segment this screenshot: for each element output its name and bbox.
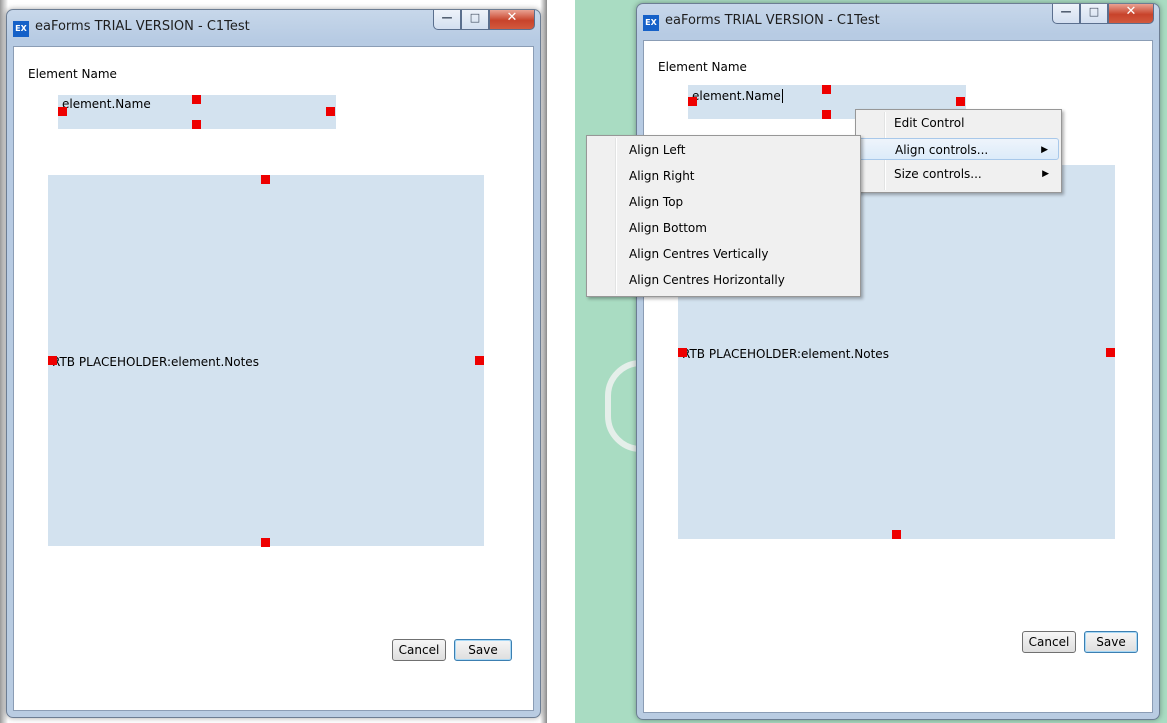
maximize-button[interactable]: □ [1080, 4, 1108, 24]
menu-item-size-controls[interactable]: Size controls... ▶ [858, 163, 1059, 185]
menu-item-label: Align Left [629, 143, 686, 157]
element-name-label: Element Name [658, 60, 747, 74]
menu-item-align-centres-horizontally[interactable]: Align Centres Horizontally [589, 269, 858, 291]
cancel-button[interactable]: Cancel [1022, 631, 1076, 653]
menu-item-label: Align Centres Horizontally [629, 273, 785, 287]
menu-item-label: Align controls... [895, 143, 989, 157]
caption-buttons: — □ ✕ [433, 10, 535, 30]
minimize-button[interactable]: — [433, 10, 461, 30]
title-bar[interactable]: EX eaForms TRIAL VERSION - C1Test — □ ✕ [637, 4, 1159, 40]
resize-handle-left[interactable] [678, 348, 687, 357]
menu-item-label: Align Bottom [629, 221, 707, 235]
notes-field-text: RTB PLACEHOLDER:element.Notes [52, 355, 259, 369]
menu-item-align-right[interactable]: Align Right [589, 165, 858, 187]
maximize-icon: □ [1088, 5, 1100, 18]
menu-item-align-centres-vertically[interactable]: Align Centres Vertically [589, 243, 858, 265]
name-field-text: element.Name [62, 97, 151, 111]
window-title: eaForms TRIAL VERSION - C1Test [665, 13, 880, 28]
menu-item-label: Size controls... [894, 167, 982, 181]
menu-item-edit-control[interactable]: Edit Control [858, 112, 1059, 134]
maximize-icon: □ [469, 11, 481, 24]
minimize-icon: — [1060, 5, 1072, 18]
title-bar[interactable]: EX eaForms TRIAL VERSION - C1Test — □ ✕ [7, 10, 540, 46]
name-field-text: element.Name [692, 89, 783, 103]
minimize-icon: — [441, 11, 453, 24]
resize-handle-bottom[interactable] [892, 530, 901, 539]
maximize-button[interactable]: □ [461, 10, 489, 30]
resize-handle-bottom[interactable] [822, 110, 831, 119]
save-button[interactable]: Save [454, 639, 512, 661]
submenu-arrow-icon: ▶ [1042, 169, 1049, 179]
resize-handle-right[interactable] [326, 107, 335, 116]
notes-field-text: RTB PLACEHOLDER:element.Notes [682, 347, 889, 361]
close-button[interactable]: ✕ [489, 10, 535, 30]
app-icon: EX [13, 21, 29, 37]
menu-item-align-top[interactable]: Align Top [589, 191, 858, 213]
form-designer-window: EX eaForms TRIAL VERSION - C1Test — □ ✕ … [6, 9, 541, 718]
menu-item-label: Edit Control [894, 116, 965, 130]
align-submenu: Align Left Align Right Align Top Align B… [586, 135, 861, 297]
resize-handle-top[interactable] [261, 175, 270, 184]
window-title: eaForms TRIAL VERSION - C1Test [35, 19, 250, 34]
resize-handle-right[interactable] [475, 356, 484, 365]
resize-handle-top[interactable] [822, 85, 831, 94]
save-button[interactable]: Save [1084, 631, 1138, 653]
menu-item-label: Align Top [629, 195, 684, 209]
submenu-arrow-icon: ▶ [1041, 145, 1048, 155]
close-button[interactable]: ✕ [1108, 4, 1154, 24]
resize-handle-left[interactable] [688, 97, 697, 106]
caption-buttons: — □ ✕ [1052, 4, 1154, 24]
close-icon: ✕ [1125, 4, 1137, 19]
resize-handle-right[interactable] [956, 97, 965, 106]
resize-handle-right[interactable] [1106, 348, 1115, 357]
menu-item-align-left[interactable]: Align Left [589, 139, 858, 161]
element-name-label: Element Name [28, 67, 117, 81]
menu-item-label: Align Centres Vertically [629, 247, 769, 261]
resize-handle-left[interactable] [58, 107, 67, 116]
notes-field-control[interactable]: RTB PLACEHOLDER:element.Notes [48, 175, 484, 546]
app-icon: EX [643, 15, 659, 31]
context-menu: Edit Control Align controls... ▶ Size con… [855, 109, 1062, 193]
form-canvas: Element Name element.Name RTB PLACEHOLDE… [13, 46, 534, 711]
menu-item-label: Align Right [629, 169, 695, 183]
resize-handle-left[interactable] [48, 356, 57, 365]
cancel-button[interactable]: Cancel [392, 639, 446, 661]
menu-item-align-bottom[interactable]: Align Bottom [589, 217, 858, 239]
resize-handle-top[interactable] [192, 95, 201, 104]
menu-item-align-controls[interactable]: Align controls... ▶ [858, 138, 1059, 160]
close-icon: ✕ [506, 10, 518, 25]
minimize-button[interactable]: — [1052, 4, 1080, 24]
resize-handle-bottom[interactable] [261, 538, 270, 547]
resize-handle-bottom[interactable] [192, 120, 201, 129]
